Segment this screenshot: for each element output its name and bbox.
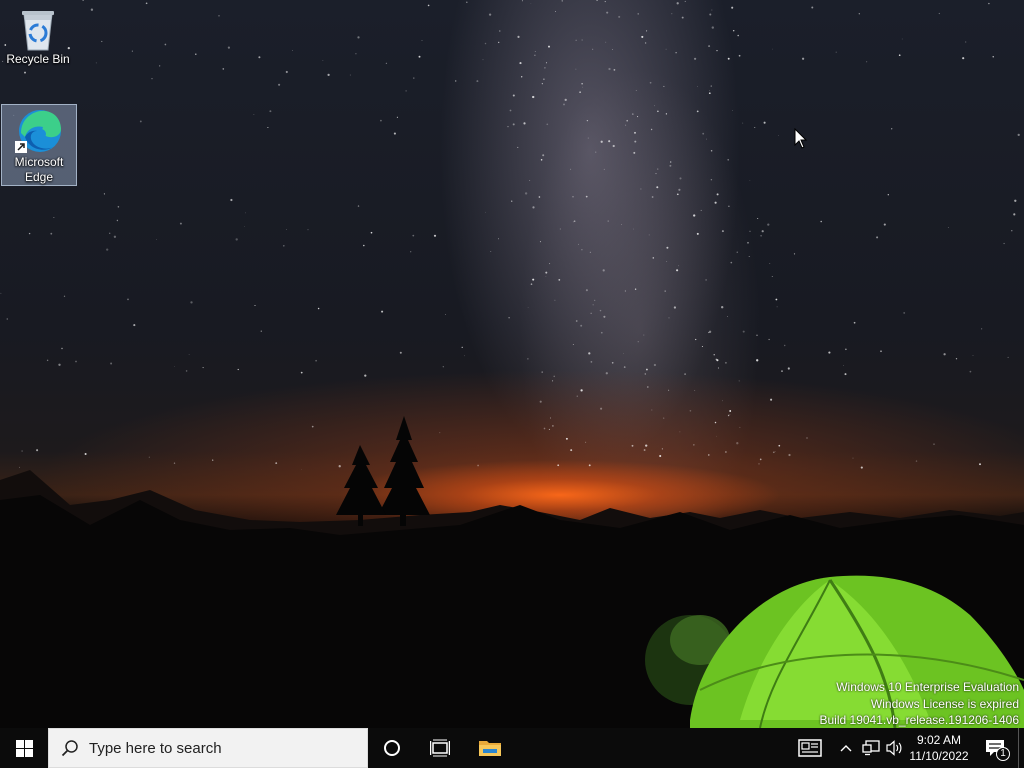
start-button[interactable] bbox=[0, 728, 48, 768]
search-placeholder: Type here to search bbox=[89, 739, 222, 757]
tree-silhouettes bbox=[336, 416, 430, 526]
news-icon bbox=[798, 739, 822, 757]
chevron-up-icon bbox=[840, 745, 852, 752]
recycle-bin-desktop-icon[interactable]: Recycle Bin bbox=[0, 6, 76, 74]
taskbar: Type here to search 9:02 AM 11/10/2022 1 bbox=[0, 728, 1024, 768]
landscape-silhouette bbox=[0, 416, 1024, 728]
microsoft-edge-desktop-icon[interactable]: Microsoft Edge bbox=[1, 104, 77, 186]
windows-logo-icon bbox=[15, 739, 33, 757]
task-view-icon bbox=[430, 739, 450, 757]
watermark-build: Build 19041.vb_release.191206-1406 bbox=[819, 713, 1020, 727]
mouse-pointer-icon bbox=[794, 128, 808, 149]
circle-icon bbox=[384, 740, 400, 756]
clock-date: 11/10/2022 bbox=[909, 749, 969, 763]
taskbar-clock[interactable]: 9:02 AM 11/10/2022 bbox=[906, 728, 972, 768]
edge-icon bbox=[15, 110, 61, 153]
recycle-bin-icon bbox=[22, 11, 54, 51]
speaker-icon bbox=[886, 740, 902, 756]
desktop[interactable]: Recycle Bin Microsoft Edge Windows 10 En… bbox=[0, 0, 1024, 728]
clock-time: 9:02 AM bbox=[916, 733, 962, 747]
notification-count-badge: 1 bbox=[996, 747, 1010, 761]
action-center-button[interactable]: 1 bbox=[978, 728, 1012, 768]
show-desktop-button[interactable] bbox=[1018, 728, 1024, 768]
network-button[interactable] bbox=[860, 728, 882, 768]
file-explorer-button[interactable] bbox=[466, 728, 514, 768]
microsoft-edge-label: Microsoft Edge bbox=[14, 155, 64, 184]
watermark-license: Windows License is expired bbox=[870, 696, 1019, 711]
folder-icon bbox=[479, 741, 501, 756]
cortana-button[interactable] bbox=[368, 728, 416, 768]
news-and-interests-button[interactable] bbox=[790, 728, 830, 768]
windows-evaluation-watermark: Windows 10 Enterprise Evaluation Windows… bbox=[820, 679, 1020, 728]
show-hidden-icons-button[interactable] bbox=[836, 728, 856, 768]
task-view-button[interactable] bbox=[416, 728, 464, 768]
network-icon bbox=[862, 740, 880, 756]
watermark-edition: Windows 10 Enterprise Evaluation bbox=[836, 680, 1019, 694]
search-icon bbox=[61, 739, 79, 757]
taskbar-search-box[interactable]: Type here to search bbox=[48, 728, 368, 768]
recycle-bin-label: Recycle Bin bbox=[6, 52, 70, 66]
volume-button[interactable] bbox=[884, 728, 906, 768]
